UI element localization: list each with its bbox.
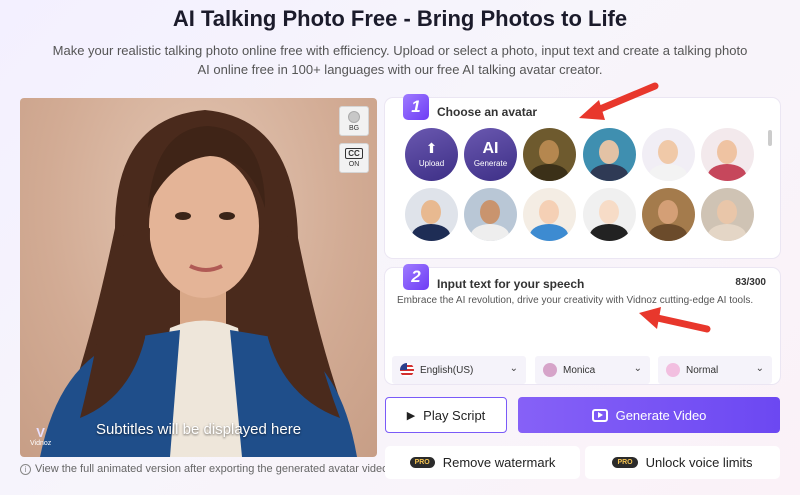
export-note-text: View the full animated version after exp…: [35, 463, 392, 475]
generate-label: Generate: [473, 159, 508, 168]
us-flag-icon: [400, 363, 414, 377]
speed-select[interactable]: Normal ⌄: [658, 356, 772, 384]
pro-badge: PRO: [409, 457, 435, 468]
page-subtitle: Make your realistic talking photo online…: [40, 41, 760, 79]
avatar-option-hijab-woman[interactable]: [701, 188, 754, 241]
chevron-down-icon: ⌄: [755, 363, 764, 374]
ai-generate-avatar-button[interactable]: AI Generate: [464, 128, 517, 181]
avatar-body: [708, 224, 746, 241]
char-counter: 83/300: [735, 277, 766, 288]
speed-value: Normal: [686, 364, 719, 376]
voice-value: Monica: [563, 364, 596, 376]
chevron-down-icon: ⌄: [633, 363, 642, 374]
voice-select[interactable]: Monica ⌄: [535, 356, 650, 384]
avatar-body: [471, 224, 509, 241]
avatar-scrollbar[interactable]: [768, 130, 772, 146]
generate-video-label: Generate Video: [615, 407, 707, 423]
avatar-body: [530, 164, 568, 181]
avatar-face: [599, 140, 619, 164]
step-2-title: Input text for your speech: [437, 277, 585, 291]
bg-label: BG: [348, 124, 360, 132]
logo-text: Vidnoz: [30, 440, 52, 447]
step-1-title: Choose an avatar: [437, 105, 538, 119]
avatar-body: [590, 164, 628, 181]
arrow-annotation-avatar: [579, 82, 659, 120]
background-icon: [348, 110, 360, 123]
unlock-voice-label: Unlock voice limits: [645, 455, 753, 470]
avatar-body: [708, 164, 746, 181]
video-icon: [591, 408, 608, 422]
subtitle-overlay: Subtitles will be displayed here: [95, 421, 302, 438]
avatar-face: [599, 200, 619, 224]
page-title: AI Talking Photo Free - Bring Photos to …: [172, 6, 628, 31]
info-icon: i: [20, 463, 31, 475]
avatar-face: [421, 200, 441, 224]
avatar-face: [717, 200, 737, 224]
upload-label: Upload: [418, 159, 445, 168]
avatar-option-mona-lisa[interactable]: [523, 128, 576, 181]
remove-watermark-label: Remove watermark: [442, 455, 556, 470]
subtitle-line-1: Make your realistic talking photo online…: [52, 43, 748, 58]
avatar-option-ronaldo[interactable]: [464, 188, 517, 241]
play-script-label: Play Script: [423, 407, 486, 423]
avatar-option-trump[interactable]: [405, 188, 458, 241]
avatar-face: [480, 200, 500, 224]
avatar-option-cartoon-man[interactable]: [642, 128, 695, 181]
avatar-option-arab-woman[interactable]: [642, 188, 695, 241]
play-icon: ▶: [406, 409, 416, 422]
avatar-face: [658, 200, 678, 224]
avatar-preview: BG CC ON V Vidnoz Subtitles will be disp…: [20, 98, 377, 457]
avatar-face: [658, 140, 678, 164]
cc-state: ON: [348, 161, 360, 168]
emotion-icon: [666, 363, 680, 377]
play-script-button[interactable]: ▶ Play Script: [385, 397, 507, 433]
avatar-option-anime-woman[interactable]: [583, 188, 636, 241]
preview-portrait: [40, 110, 357, 457]
upload-icon: ⬆: [425, 140, 438, 156]
voice-avatar-icon: [543, 363, 557, 377]
language-value: English(US): [420, 364, 474, 376]
avatar-face: [539, 140, 559, 164]
avatar-body: [649, 164, 687, 181]
avatar-body: [649, 224, 687, 241]
language-select[interactable]: English(US) ⌄: [392, 356, 526, 384]
pro-badge: PRO: [612, 457, 638, 468]
step-2-badge: 2: [403, 264, 429, 290]
captions-toggle[interactable]: CC ON: [339, 143, 369, 173]
unlock-voice-button[interactable]: PRO Unlock voice limits: [585, 446, 780, 479]
arrow-annotation-text: [639, 307, 711, 333]
avatar-option-einstein[interactable]: [583, 128, 636, 181]
upload-avatar-button[interactable]: ⬆ Upload: [405, 128, 458, 181]
ai-icon: AI: [482, 140, 499, 157]
remove-watermark-button[interactable]: PRO Remove watermark: [385, 446, 580, 479]
generate-video-button[interactable]: Generate Video: [518, 397, 780, 433]
avatar-face: [539, 200, 559, 224]
step-1-badge: 1: [403, 94, 429, 120]
avatar-body: [590, 224, 628, 241]
avatar-body: [530, 224, 568, 241]
avatar-option-red-hair-girl[interactable]: [523, 188, 576, 241]
chevron-down-icon: ⌄: [509, 363, 518, 374]
background-button[interactable]: BG: [339, 106, 369, 136]
export-note: i View the full animated version after e…: [20, 463, 391, 475]
avatar-option-cartoon-woman[interactable]: [701, 128, 754, 181]
cc-icon: CC: [345, 148, 363, 159]
avatar-face: [717, 140, 737, 164]
avatar-body: [412, 224, 450, 241]
subtitle-line-2: AI online free in 100+ languages with ou…: [197, 62, 603, 77]
